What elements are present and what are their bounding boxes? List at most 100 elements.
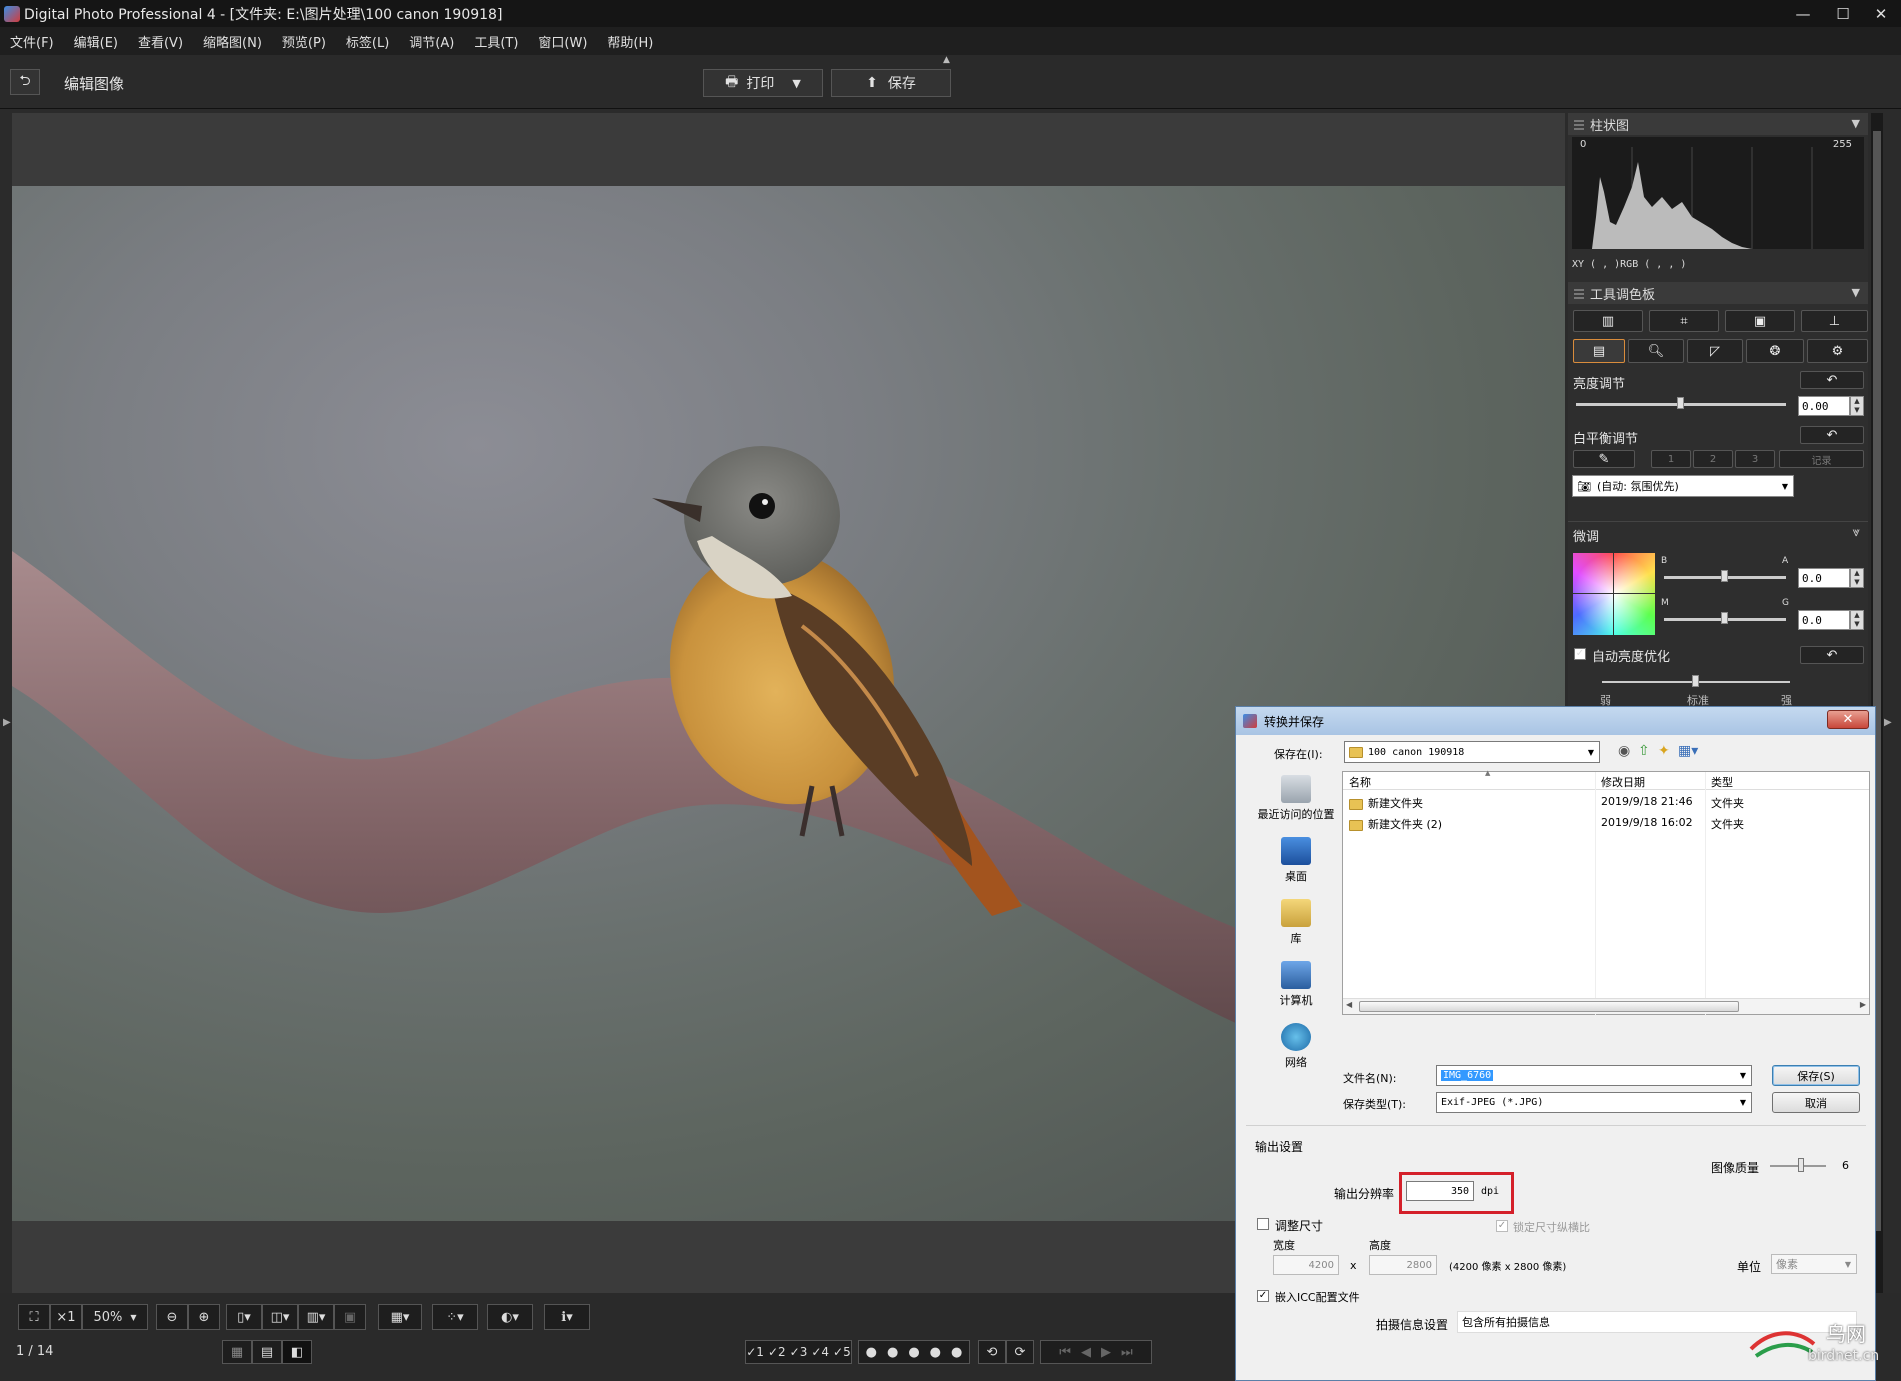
ba-value-input[interactable]: 0.0 [1798, 568, 1850, 588]
rating-dot-icon[interactable]: ● [908, 1345, 919, 1360]
checkmark-1[interactable]: ✓1 [746, 1345, 764, 1359]
file-list[interactable]: 名称 ▲ 修改日期 类型 新建文件夹 2019/9/18 21:46 文件夹 新… [1342, 769, 1870, 1016]
height-input[interactable]: 2800 [1369, 1255, 1437, 1275]
wb-preset-2[interactable]: 2 [1693, 450, 1733, 468]
wb-preset-1[interactable]: 1 [1651, 450, 1691, 468]
save-in-select[interactable]: 100 canon 190918 ▼ [1344, 741, 1600, 763]
chevron-down-icon[interactable]: ▼ [792, 77, 800, 90]
histogram-header[interactable]: 柱状图 ▼ [1568, 113, 1868, 135]
nav-recent[interactable]: 最近访问的位置 [1250, 775, 1342, 822]
prev-image-icon[interactable]: ◀ [1081, 1345, 1091, 1360]
rating-dot-icon[interactable]: ● [866, 1345, 877, 1360]
menu-help[interactable]: 帮助(H) [597, 32, 663, 51]
crop-tool-button[interactable]: ⌗ [1649, 310, 1719, 332]
file-row[interactable]: 新建文件夹 2019/9/18 21:46 文件夹 [1343, 792, 1869, 812]
menu-adjust[interactable]: 调节(A) [399, 32, 464, 51]
ba-slider-knob[interactable] [1721, 570, 1728, 582]
checkmark-5[interactable]: ✓5 [833, 1345, 851, 1359]
info-button[interactable]: ℹ▾ [544, 1304, 590, 1330]
resize-checkbox[interactable] [1257, 1218, 1269, 1230]
alo-slider-knob[interactable] [1692, 675, 1699, 687]
brightness-value-input[interactable]: 0.00 [1798, 396, 1850, 416]
fit-window-button[interactable]: ⛶ [18, 1304, 50, 1330]
view-filmstrip-button[interactable]: ▤ [252, 1340, 282, 1364]
rotate-left-button[interactable]: ⟲ [978, 1340, 1006, 1364]
alo-reset-button[interactable]: ↶ [1800, 646, 1864, 664]
color-wheel[interactable] [1573, 553, 1655, 635]
rating-dot-icon[interactable]: ● [930, 1345, 941, 1360]
rotate-right-button[interactable]: ⟳ [1006, 1340, 1034, 1364]
tab-color[interactable]: ❂ [1746, 339, 1804, 363]
scroll-left-icon[interactable]: ◀ [1346, 1000, 1352, 1009]
tab-settings[interactable]: ⚙ [1807, 339, 1868, 363]
up-folder-icon[interactable]: ⇧ [1638, 743, 1650, 759]
highlight-warning-button[interactable]: ◐▾ [487, 1304, 533, 1330]
star-rating[interactable]: ● ● ● ● ● [858, 1340, 970, 1364]
chevron-down-icon[interactable]: ▼ [1852, 286, 1860, 299]
dialog-cancel-button[interactable]: 取消 [1772, 1092, 1860, 1113]
brightness-spinner[interactable]: ▲ ▼ [1850, 396, 1864, 416]
maximize-button[interactable]: ☐ [1823, 0, 1863, 27]
mg-value-input[interactable]: 0.0 [1798, 610, 1850, 630]
rating-dot-icon[interactable]: ● [887, 1345, 898, 1360]
menu-preview[interactable]: 预览(P) [272, 32, 336, 51]
alo-checkbox[interactable]: ✓ [1574, 648, 1586, 660]
print-button[interactable]: 🖶 打印 ▼ [703, 69, 823, 97]
stamp-tool-button[interactable]: ⊥ [1801, 310, 1868, 332]
brightness-reset-button[interactable]: ↶ [1800, 371, 1864, 389]
dialog-save-button[interactable]: 保存(S) [1772, 1065, 1860, 1086]
view-edit-button[interactable]: ◧ [282, 1340, 312, 1364]
quality-slider-knob[interactable] [1798, 1158, 1804, 1172]
grid-button[interactable]: ▦▾ [378, 1304, 422, 1330]
mg-slider-knob[interactable] [1721, 612, 1728, 624]
col-type[interactable]: 类型 [1711, 774, 1733, 790]
first-image-icon[interactable]: ⏮ [1059, 1345, 1071, 1360]
mg-spinner[interactable]: ▲ ▼ [1850, 610, 1864, 630]
layout-single-button[interactable]: ▯▾ [226, 1304, 262, 1330]
sync-button[interactable]: ▣ [334, 1304, 366, 1330]
right-panel-toggle-icon[interactable]: ▶ [1884, 717, 1892, 728]
tab-basic[interactable]: ▤ [1573, 339, 1625, 363]
close-button[interactable]: ✕ [1861, 0, 1901, 27]
checkmark-2[interactable]: ✓2 [768, 1345, 786, 1359]
af-point-button[interactable]: ⁘▾ [432, 1304, 478, 1330]
rgb-tool-button[interactable]: ▥ [1573, 310, 1643, 332]
menu-label[interactable]: 标签(L) [336, 32, 399, 51]
filename-input[interactable]: IMG_6760 ▼ [1436, 1065, 1752, 1086]
wb-preset-3[interactable]: 3 [1735, 450, 1775, 468]
view-menu-icon[interactable]: ▦▾ [1678, 743, 1698, 759]
wb-reset-button[interactable]: ↶ [1800, 426, 1864, 444]
col-name[interactable]: 名称 [1349, 774, 1371, 790]
scroll-right-icon[interactable]: ▶ [1860, 1000, 1866, 1009]
menu-thumbnail[interactable]: 缩略图(N) [193, 32, 272, 51]
menu-file[interactable]: 文件(F) [0, 32, 64, 51]
horizontal-scrollbar[interactable]: ◀ ▶ [1343, 998, 1869, 1014]
scrollbar-thumb[interactable] [1359, 1001, 1739, 1012]
layout-split-button[interactable]: ▥▾ [298, 1304, 334, 1330]
filetype-select[interactable]: Exif-JPEG (*.JPG) ▼ [1436, 1092, 1752, 1113]
dialog-close-button[interactable]: ✕ [1827, 710, 1869, 729]
collapse-arrow-icon[interactable]: ▲ [943, 55, 950, 65]
width-input[interactable]: 4200 [1273, 1255, 1339, 1275]
save-button[interactable]: ⬆ 保存 [831, 69, 951, 97]
grip-icon[interactable] [1574, 118, 1584, 130]
nav-desktop[interactable]: 桌面 [1250, 837, 1342, 884]
lock-ratio-checkbox[interactable]: ✓ [1496, 1220, 1508, 1232]
ba-spinner[interactable]: ▲ ▼ [1850, 568, 1864, 588]
zoom-select[interactable]: 50% ▼ [82, 1304, 148, 1330]
new-folder-icon[interactable]: ✦ [1658, 743, 1670, 759]
wb-mode-select[interactable]: 📷︎ (自动: 氛围优先) ▼ [1572, 475, 1794, 497]
nav-computer[interactable]: 计算机 [1250, 961, 1342, 1008]
layout-compare-button[interactable]: ◫▾ [262, 1304, 298, 1330]
rating-dot-icon[interactable]: ● [951, 1345, 962, 1360]
back-nav-icon[interactable]: ◉ [1618, 743, 1630, 759]
file-row[interactable]: 新建文件夹 (2) 2019/9/18 16:02 文件夹 [1343, 813, 1869, 833]
col-date[interactable]: 修改日期 [1601, 774, 1645, 790]
tool-palette-header[interactable]: 工具调色板 ▼ [1568, 282, 1868, 304]
wb-eyedropper-button[interactable]: ✎ [1573, 450, 1635, 468]
expand-icon[interactable]: ⩔ [1853, 525, 1860, 540]
dust-tool-button[interactable]: ▣ [1725, 310, 1795, 332]
icc-checkbox[interactable]: ✓ [1257, 1290, 1269, 1302]
back-button[interactable]: ⮌ [10, 69, 40, 95]
menu-view[interactable]: 查看(V) [128, 32, 193, 51]
